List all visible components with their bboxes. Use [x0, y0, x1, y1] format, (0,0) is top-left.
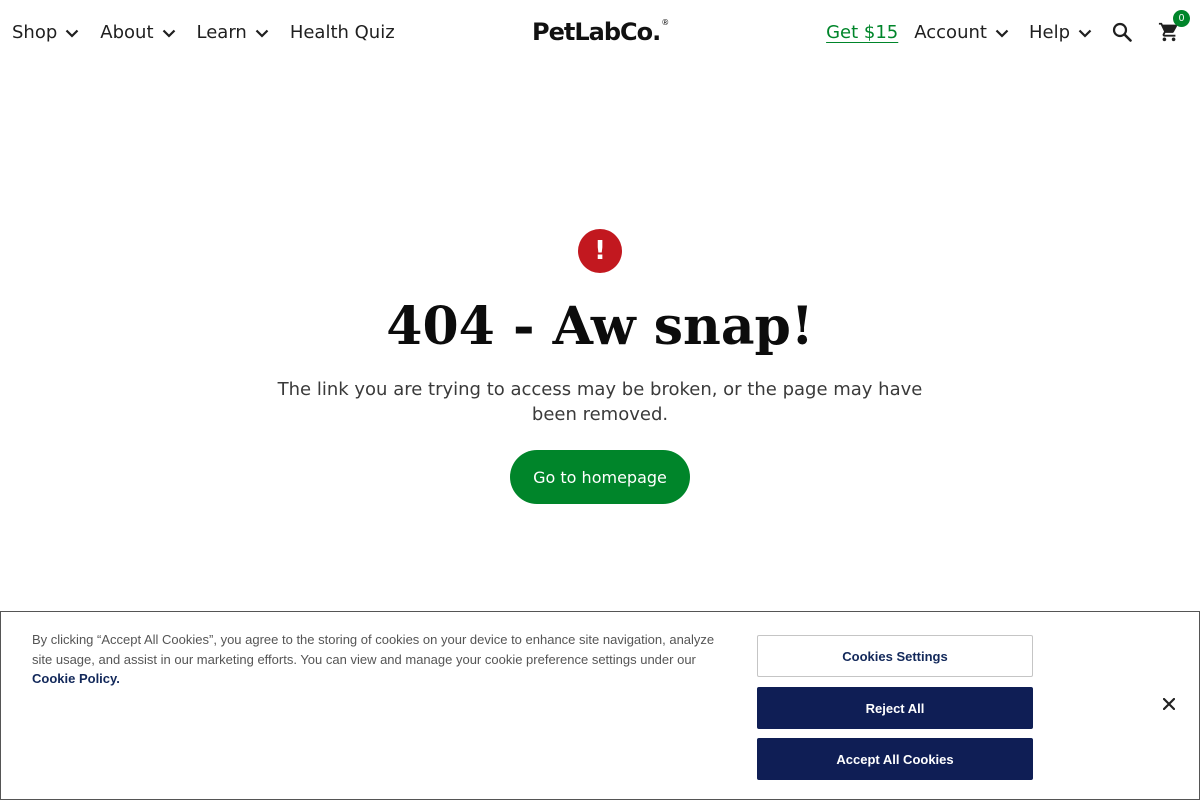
search-button[interactable] [1112, 22, 1132, 42]
secondary-nav: Get $15 Account Help 0 [826, 0, 1190, 64]
reject-all-button[interactable]: Reject All [757, 687, 1033, 729]
nav-about-label: About [100, 21, 154, 43]
close-banner-button[interactable] [1159, 694, 1179, 714]
cookie-notice-body: By clicking “Accept All Cookies”, you ag… [32, 632, 715, 667]
nav-account[interactable]: Account [914, 22, 1009, 43]
page-title: 404 - Aw snap! [386, 296, 814, 357]
cookie-banner: By clicking “Accept All Cookies”, you ag… [0, 611, 1200, 800]
cookie-policy-link[interactable]: Cookie Policy. [32, 671, 120, 686]
nav-shop[interactable]: Shop [12, 22, 79, 43]
go-to-homepage-button[interactable]: Go to homepage [510, 450, 690, 504]
chevron-down-icon [255, 29, 269, 38]
cart-count-badge: 0 [1173, 10, 1190, 27]
error-content: ! 404 - Aw snap! The link you are trying… [0, 229, 1200, 504]
cookie-notice-text: By clicking “Accept All Cookies”, you ag… [32, 630, 722, 689]
nav-account-label: Account [914, 21, 987, 43]
cookies-settings-button[interactable]: Cookies Settings [757, 635, 1033, 677]
exclamation-icon: ! [578, 229, 622, 273]
cart-button[interactable]: 0 [1158, 10, 1190, 43]
chevron-down-icon [66, 29, 79, 38]
error-description: The link you are trying to access may be… [277, 379, 923, 425]
petlabco-logo[interactable]: PetLabCo. ® [532, 17, 669, 47]
nav-about[interactable]: About [100, 22, 175, 43]
nav-learn-label: Learn [196, 21, 247, 43]
primary-nav: Shop About Learn Health Quiz [12, 0, 416, 64]
accept-all-cookies-button[interactable]: Accept All Cookies [757, 738, 1033, 780]
nav-health-quiz-label: Health Quiz [289, 21, 395, 43]
nav-health-quiz[interactable]: Health Quiz [290, 22, 395, 43]
logo-text: PetLabCo. [532, 18, 661, 46]
get-15-link[interactable]: Get $15 [826, 22, 898, 43]
search-icon [1112, 22, 1132, 42]
nav-help[interactable]: Help [1029, 22, 1092, 43]
chevron-down-icon [1078, 29, 1092, 38]
chevron-down-icon [162, 29, 175, 38]
chevron-down-icon [995, 29, 1009, 38]
site-header: Shop About Learn Health Quiz PetLabCo. ®… [0, 0, 1200, 64]
close-icon [1163, 698, 1175, 710]
logo-registered-mark: ® [661, 18, 670, 27]
nav-learn[interactable]: Learn [197, 22, 269, 43]
nav-help-label: Help [1028, 21, 1070, 43]
nav-shop-label: Shop [12, 21, 58, 43]
